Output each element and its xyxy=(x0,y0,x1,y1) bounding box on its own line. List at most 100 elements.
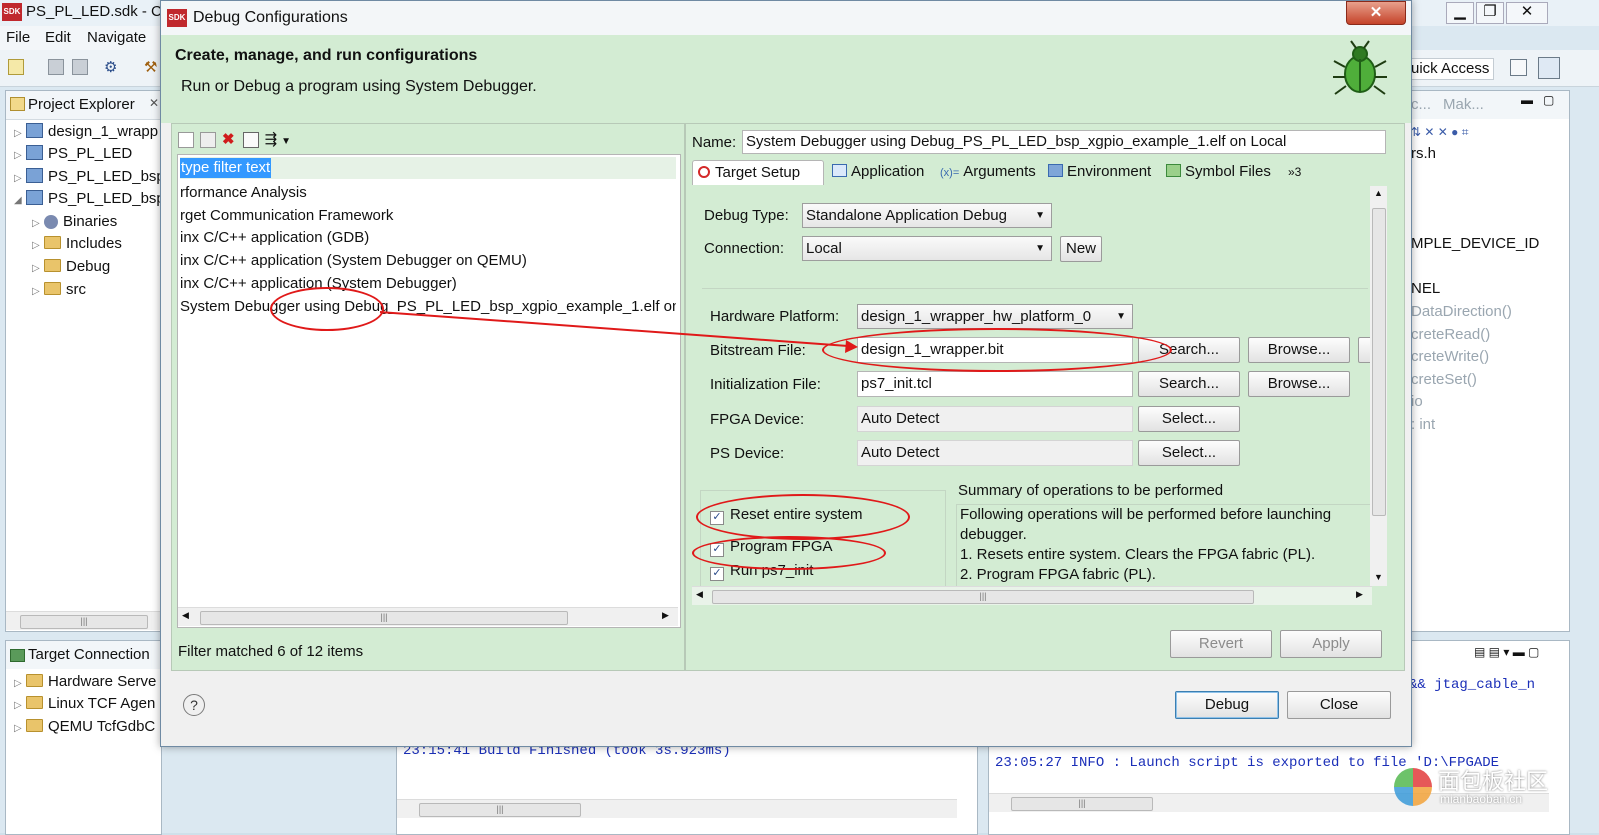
maximize-view-icon[interactable]: ▢ xyxy=(1543,93,1554,107)
close-icon[interactable]: ✕ xyxy=(149,96,159,110)
config-item[interactable]: inx C/C++ application (System Debugger) xyxy=(180,273,457,295)
tree-item[interactable]: ▷ Binaries xyxy=(32,211,117,233)
tabs-overflow[interactable]: »3 xyxy=(1288,160,1301,184)
target-connections-tab[interactable]: Target Connection xyxy=(6,641,161,669)
config-item-selected[interactable]: System Debugger using Debug_PS_PL_LED_bs… xyxy=(180,296,676,318)
tree-item[interactable]: ▷ QEMU TcfGdbC xyxy=(14,716,155,738)
fpga-device-field: Auto Detect xyxy=(857,406,1133,432)
config-item[interactable]: inx C/C++ application (System Debugger o… xyxy=(180,250,527,272)
menu-navigate[interactable]: Navigate xyxy=(87,29,146,46)
outline-line[interactable]: io xyxy=(1411,393,1423,410)
save-all-icon[interactable] xyxy=(72,59,88,75)
connection-select[interactable]: Local ▼ xyxy=(802,236,1052,261)
save-icon[interactable] xyxy=(48,59,64,75)
outline-line[interactable]: NEL xyxy=(1411,280,1440,297)
tree-item[interactable]: ▷ PS_PL_LED_bsp xyxy=(14,166,165,188)
revert-button[interactable]: Revert xyxy=(1170,630,1272,658)
scroll-left-icon[interactable]: ◀ xyxy=(182,610,189,621)
bitstream-field[interactable]: design_1_wrapper.bit xyxy=(857,337,1133,363)
delete-icon[interactable]: ✖ xyxy=(222,131,235,148)
tab-symbol-files[interactable]: Symbol Files xyxy=(1166,160,1271,184)
config-item[interactable]: rformance Analysis xyxy=(180,182,307,204)
scroll-up-icon[interactable]: ▲ xyxy=(1374,188,1383,198)
outline-line[interactable]: : int xyxy=(1411,416,1435,433)
watermark-url: mianbaoban.cn xyxy=(1440,792,1523,806)
tree-item[interactable]: ▷ src xyxy=(32,279,86,301)
scroll-right-icon[interactable]: ▶ xyxy=(662,610,669,621)
tab-target-setup[interactable]: Target Setup xyxy=(692,160,824,185)
dialog-close-icon[interactable]: ✕ xyxy=(1346,1,1406,25)
config-toolbar: ✖ ⇶ ▼ xyxy=(178,130,291,149)
horizontal-scrollbar[interactable]: ◀ ||| ▶ xyxy=(692,586,1372,605)
outline-line[interactable]: creteSet() xyxy=(1411,371,1477,388)
outline-line[interactable]: MPLE_DEVICE_ID xyxy=(1411,235,1539,252)
horizontal-scrollbar[interactable]: ||| xyxy=(397,799,957,818)
arguments-icon: (x)= xyxy=(940,167,960,179)
new-connection-button[interactable]: New xyxy=(1060,236,1102,262)
outline-line[interactable]: DataDirection() xyxy=(1411,303,1512,320)
perspective-icon[interactable] xyxy=(1538,57,1560,79)
new-icon[interactable] xyxy=(8,59,24,75)
outline-line[interactable]: creteRead() xyxy=(1411,326,1490,343)
debug-type-select[interactable]: Standalone Application Debug ▼ xyxy=(802,203,1052,228)
tree-item[interactable]: ▷ PS_PL_LED xyxy=(14,143,132,165)
horizontal-scrollbar[interactable]: ||| xyxy=(6,611,161,630)
init-search-button[interactable]: Search... xyxy=(1138,371,1240,397)
tab-environment[interactable]: Environment xyxy=(1048,160,1151,184)
init-file-field[interactable]: ps7_init.tcl xyxy=(857,371,1133,397)
config-item[interactable]: inx C/C++ application (GDB) xyxy=(180,227,369,249)
quick-access-field[interactable]: uick Access xyxy=(1410,58,1494,80)
config-item[interactable]: rget Communication Framework xyxy=(180,205,393,227)
log-toolbar-icons[interactable]: ▤ ▤ ▾ ▬ ▢ xyxy=(1474,645,1539,659)
target-setup-content: Debug Type: Standalone Application Debug… xyxy=(692,186,1388,606)
minimize-view-icon[interactable]: ▬ xyxy=(1521,93,1533,107)
make-target-tab[interactable]: Mak... xyxy=(1443,96,1484,113)
project-explorer-tab[interactable]: Project Explorer ✕ xyxy=(6,91,161,120)
scroll-thumb[interactable] xyxy=(1372,208,1386,516)
help-icon[interactable]: ? xyxy=(183,694,205,716)
ps-select-button[interactable]: Select... xyxy=(1138,440,1240,466)
outline-line[interactable]: rs.h xyxy=(1411,145,1436,162)
duplicate-icon[interactable] xyxy=(200,132,216,149)
ide-close-icon[interactable]: ✕ xyxy=(1506,2,1548,24)
program-fpga-checkbox[interactable]: ✓ Program FPGA xyxy=(710,538,833,557)
horizontal-scrollbar[interactable]: ◀ ||| ▶ xyxy=(178,607,678,626)
filter-input[interactable]: type filter text xyxy=(180,157,676,179)
tree-item[interactable]: ▷ design_1_wrapp xyxy=(14,121,158,143)
bitstream-browse-button[interactable]: Browse... xyxy=(1248,337,1350,363)
tree-item[interactable]: ▷ Linux TCF Agen xyxy=(14,693,155,715)
build-icon[interactable]: ⚙ xyxy=(104,58,117,76)
fpga-select-button[interactable]: Select... xyxy=(1138,406,1240,432)
scroll-right-icon[interactable]: ▶ xyxy=(1356,589,1363,600)
apply-button[interactable]: Apply xyxy=(1280,630,1382,658)
minimize-icon[interactable]: ▁ xyxy=(1446,2,1474,24)
maximize-icon[interactable]: ❐ xyxy=(1476,2,1504,24)
scroll-left-icon[interactable]: ◀ xyxy=(696,589,703,600)
scroll-down-icon[interactable]: ▼ xyxy=(1374,572,1383,582)
filter-icon[interactable]: ⇶ xyxy=(265,131,278,148)
menu-file[interactable]: File xyxy=(6,29,30,46)
hammer-icon[interactable]: ⚒ xyxy=(144,58,157,76)
run-ps7-init-checkbox[interactable]: ✓ Run ps7_init xyxy=(710,562,813,581)
outline-tab[interactable]: c... xyxy=(1411,96,1431,113)
debug-button[interactable]: Debug xyxy=(1175,691,1279,719)
chevron-down-icon[interactable]: ▼ xyxy=(281,136,291,147)
outline-line[interactable]: creteWrite() xyxy=(1411,348,1489,365)
init-browse-button[interactable]: Browse... xyxy=(1248,371,1350,397)
vertical-scrollbar[interactable]: ▲ ▼ xyxy=(1370,186,1387,586)
hardware-platform-select[interactable]: design_1_wrapper_hw_platform_0 ▼ xyxy=(857,304,1133,329)
bitstream-search-button[interactable]: Search... xyxy=(1138,337,1240,363)
reset-system-checkbox[interactable]: ✓ Reset entire system xyxy=(710,506,863,525)
collapse-all-icon[interactable] xyxy=(242,132,259,149)
tree-item[interactable]: ▷ Hardware Serve xyxy=(14,671,156,693)
tab-arguments[interactable]: (x)= Arguments xyxy=(940,160,1036,184)
tab-application[interactable]: Application xyxy=(832,160,924,184)
new-config-icon[interactable] xyxy=(178,132,194,149)
close-button[interactable]: Close xyxy=(1287,691,1391,719)
tree-item[interactable]: ▷ Includes xyxy=(32,233,122,255)
menu-edit[interactable]: Edit xyxy=(45,29,71,46)
tree-item[interactable]: ◢ PS_PL_LED_bsp xyxy=(14,188,165,210)
tree-item[interactable]: ▷ Debug xyxy=(32,256,110,278)
name-field[interactable]: System Debugger using Debug_PS_PL_LED_bs… xyxy=(742,130,1386,154)
open-perspective-icon[interactable] xyxy=(1510,59,1527,76)
